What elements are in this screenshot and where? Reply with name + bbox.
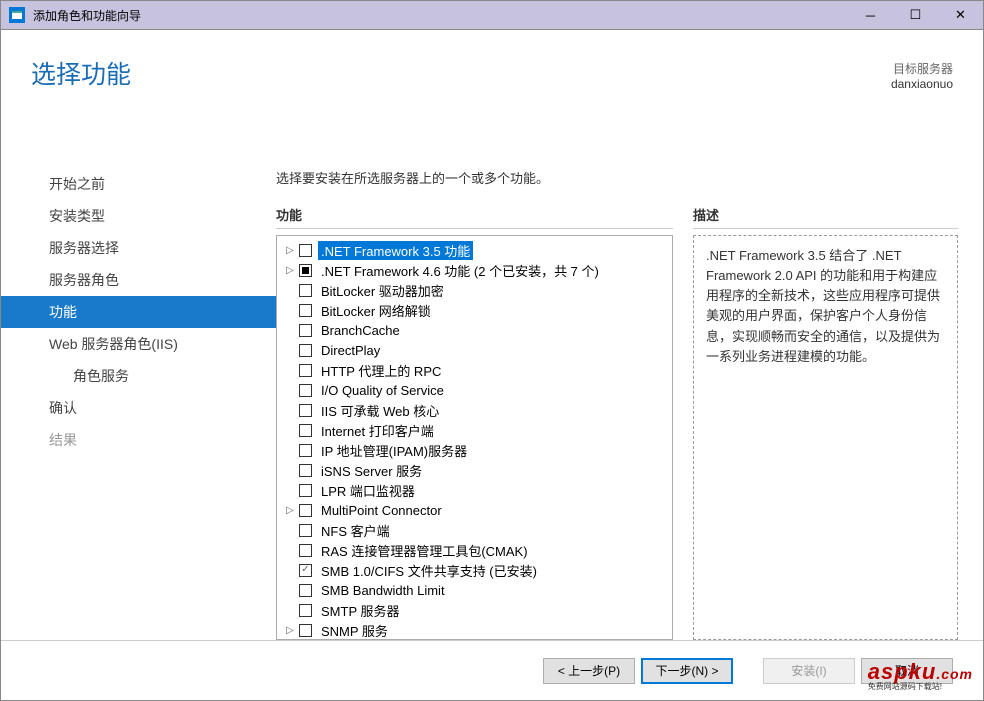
wizard-footer: < 上一步(P) 下一步(N) > 安装(I) 取消 [1,640,983,700]
feature-label: LPR 端口监视器 [318,481,418,500]
target-name: danxiaonuo [891,77,953,91]
feature-item[interactable]: ▷LPR 端口监视器 [277,480,672,500]
checkbox[interactable] [299,324,312,337]
prev-button[interactable]: < 上一步(P) [543,658,635,684]
feature-label: BitLocker 驱动器加密 [318,281,447,300]
wizard-step: 结果 [1,424,276,456]
feature-label: MultiPoint Connector [318,503,445,518]
feature-item[interactable]: ▷BitLocker 驱动器加密 [277,280,672,300]
feature-item[interactable]: ▷iSNS Server 服务 [277,460,672,480]
checkbox[interactable] [299,364,312,377]
feature-label: NFS 客户端 [318,521,393,540]
feature-label: .NET Framework 4.6 功能 (2 个已安装，共 7 个) [318,261,602,280]
checkbox[interactable] [299,284,312,297]
feature-label: Internet 打印客户端 [318,421,437,440]
checkbox[interactable] [299,524,312,537]
features-header: 功能 [276,205,673,229]
feature-item[interactable]: ▷SMTP 服务器 [277,600,672,620]
feature-item[interactable]: ▷ .NET Framework 3.5 功能 [277,240,672,260]
checkbox[interactable] [299,244,312,257]
checkbox[interactable] [299,504,312,517]
wizard-header: 选择功能 目标服务器 danxiaonuo [1,30,983,120]
checkbox[interactable] [299,304,312,317]
feature-label: .NET Framework 3.5 功能 [318,241,473,260]
wizard-step[interactable]: Web 服务器角色(IIS) [1,328,276,360]
expander-icon[interactable]: ▷ [283,503,297,517]
wizard-step[interactable]: 安装类型 [1,200,276,232]
wizard-step[interactable]: 服务器选择 [1,232,276,264]
expander-icon[interactable]: ▷ [283,623,297,637]
feature-label: IP 地址管理(IPAM)服务器 [318,441,470,460]
checkbox[interactable] [299,624,312,637]
window-title: 添加角色和功能向导 [33,7,848,24]
feature-label: SNMP 服务 [318,621,391,640]
checkbox[interactable] [299,544,312,557]
checkbox[interactable] [299,424,312,437]
feature-item[interactable]: ▷Internet 打印客户端 [277,420,672,440]
expander-icon[interactable]: ▷ [283,263,297,277]
feature-item[interactable]: ▷IP 地址管理(IPAM)服务器 [277,440,672,460]
feature-item[interactable]: ▷ SNMP 服务 [277,620,672,640]
feature-item[interactable]: ▷SMB Bandwidth Limit [277,580,672,600]
checkbox[interactable] [299,464,312,477]
feature-label: SMB 1.0/CIFS 文件共享支持 (已安装) [318,561,540,580]
feature-item[interactable]: ▷BranchCache [277,320,672,340]
feature-item[interactable]: ▷SMB 1.0/CIFS 文件共享支持 (已安装) [277,560,672,580]
feature-item[interactable]: ▷I/O Quality of Service [277,380,672,400]
checkbox[interactable] [299,484,312,497]
feature-label: DirectPlay [318,343,383,358]
feature-item[interactable]: ▷ MultiPoint Connector [277,500,672,520]
checkbox[interactable] [299,444,312,457]
description-header: 描述 [693,205,958,229]
features-tree[interactable]: ▷ .NET Framework 3.5 功能 ▷ .NET Framework 4.… [276,235,673,640]
target-info: 目标服务器 danxiaonuo [891,55,953,120]
checkbox[interactable] [299,564,312,577]
feature-item[interactable]: ▷DirectPlay [277,340,672,360]
checkbox[interactable] [299,384,312,397]
checkbox[interactable] [299,404,312,417]
wizard-step[interactable]: 确认 [1,392,276,424]
target-label: 目标服务器 [891,60,953,77]
instruction-text: 选择要安装在所选服务器上的一个或多个功能。 [276,168,958,187]
description-text: .NET Framework 3.5 结合了 .NET Framework 2.… [693,235,958,640]
maximize-button[interactable]: ☐ [893,1,938,29]
minimize-button[interactable]: ─ [848,1,893,29]
install-button[interactable]: 安装(I) [763,658,855,684]
feature-item[interactable]: ▷NFS 客户端 [277,520,672,540]
checkbox[interactable] [299,584,312,597]
feature-label: HTTP 代理上的 RPC [318,361,444,380]
page-title: 选择功能 [31,55,131,120]
cancel-button[interactable]: 取消 [861,658,953,684]
next-button[interactable]: 下一步(N) > [641,658,733,684]
close-button[interactable]: ✕ [938,1,983,29]
expander-icon[interactable]: ▷ [283,243,297,257]
wizard-step[interactable]: 功能 [1,296,276,328]
feature-label: BranchCache [318,323,403,338]
feature-label: BitLocker 网络解锁 [318,301,434,320]
feature-label: SMTP 服务器 [318,601,403,620]
feature-item[interactable]: ▷HTTP 代理上的 RPC [277,360,672,380]
wizard-steps: 开始之前安装类型服务器选择服务器角色功能Web 服务器角色(IIS)角色服务确认… [1,150,276,640]
feature-label: I/O Quality of Service [318,383,447,398]
feature-item[interactable]: ▷ .NET Framework 4.6 功能 (2 个已安装，共 7 个) [277,260,672,280]
feature-item[interactable]: ▷RAS 连接管理器管理工具包(CMAK) [277,540,672,560]
checkbox[interactable] [299,604,312,617]
feature-label: iSNS Server 服务 [318,461,425,480]
wizard-step[interactable]: 开始之前 [1,168,276,200]
feature-label: RAS 连接管理器管理工具包(CMAK) [318,541,531,560]
feature-label: SMB Bandwidth Limit [318,583,448,598]
checkbox[interactable] [299,344,312,357]
titlebar[interactable]: 添加角色和功能向导 ─ ☐ ✕ [0,0,984,30]
feature-item[interactable]: ▷BitLocker 网络解锁 [277,300,672,320]
wizard-step[interactable]: 角色服务 [1,360,276,392]
wizard-step[interactable]: 服务器角色 [1,264,276,296]
checkbox[interactable] [299,264,312,277]
window-controls: ─ ☐ ✕ [848,1,983,29]
feature-item[interactable]: ▷IIS 可承载 Web 核心 [277,400,672,420]
app-icon [9,7,25,23]
feature-label: IIS 可承载 Web 核心 [318,401,442,420]
